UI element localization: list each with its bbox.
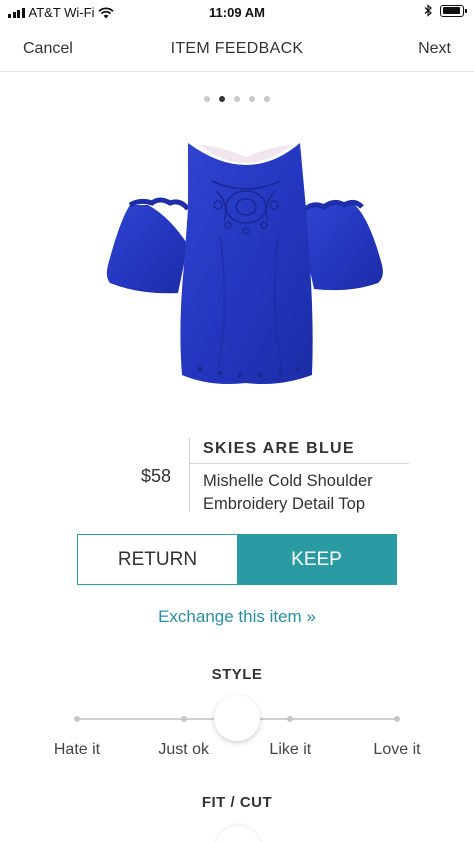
brand-name: SKIES ARE BLUE — [203, 440, 355, 457]
slider-stop[interactable] — [74, 716, 80, 722]
style-option-label: Hate it — [53, 741, 101, 758]
pager-dot[interactable] — [264, 96, 270, 102]
slider-stop[interactable] — [287, 716, 294, 722]
next-button[interactable]: Next — [418, 40, 451, 58]
exchange-link[interactable]: Exchange this item » — [0, 607, 474, 627]
fit-slider-knob[interactable] — [215, 826, 261, 842]
slider-stop[interactable] — [394, 716, 400, 722]
style-title: STYLE — [211, 666, 263, 683]
status-right — [424, 4, 467, 17]
divider-horizontal — [189, 463, 409, 464]
price: $58 — [141, 466, 172, 486]
style-slider-knob[interactable] — [214, 695, 260, 741]
pager-dot[interactable] — [204, 96, 210, 102]
blouse-image[interactable] — [100, 125, 390, 400]
return-button[interactable]: RETURN — [78, 535, 237, 584]
slider-stop[interactable] — [180, 716, 187, 722]
item-name: Mishelle Cold Shoulder Embroidery Detail… — [203, 472, 373, 513]
fit-title: FIT / CUT — [201, 794, 273, 811]
nav-bar: Cancel ITEM FEEDBACK Next — [0, 26, 474, 72]
return-keep-toggle: RETURN KEEP — [77, 534, 397, 585]
image-pager[interactable] — [0, 96, 474, 102]
style-option-label: Just ok — [158, 741, 209, 758]
bluetooth-icon — [424, 4, 432, 17]
battery-fill — [442, 7, 460, 14]
divider-vertical — [189, 438, 190, 512]
status-bar: AT&T Wi-Fi 11:09 AM — [0, 0, 474, 26]
style-slider[interactable] — [74, 695, 400, 741]
pager-dot[interactable] — [219, 96, 225, 102]
pager-dot[interactable] — [234, 96, 240, 102]
page-title: ITEM FEEDBACK — [170, 40, 304, 57]
keep-button[interactable]: KEEP — [237, 535, 396, 584]
pager-dot[interactable] — [249, 96, 255, 102]
style-option-label: Like it — [269, 741, 312, 758]
style-option-label: Love it — [373, 741, 421, 758]
status-time: 11:09 AM — [209, 5, 265, 20]
battery-icon — [440, 4, 467, 17]
